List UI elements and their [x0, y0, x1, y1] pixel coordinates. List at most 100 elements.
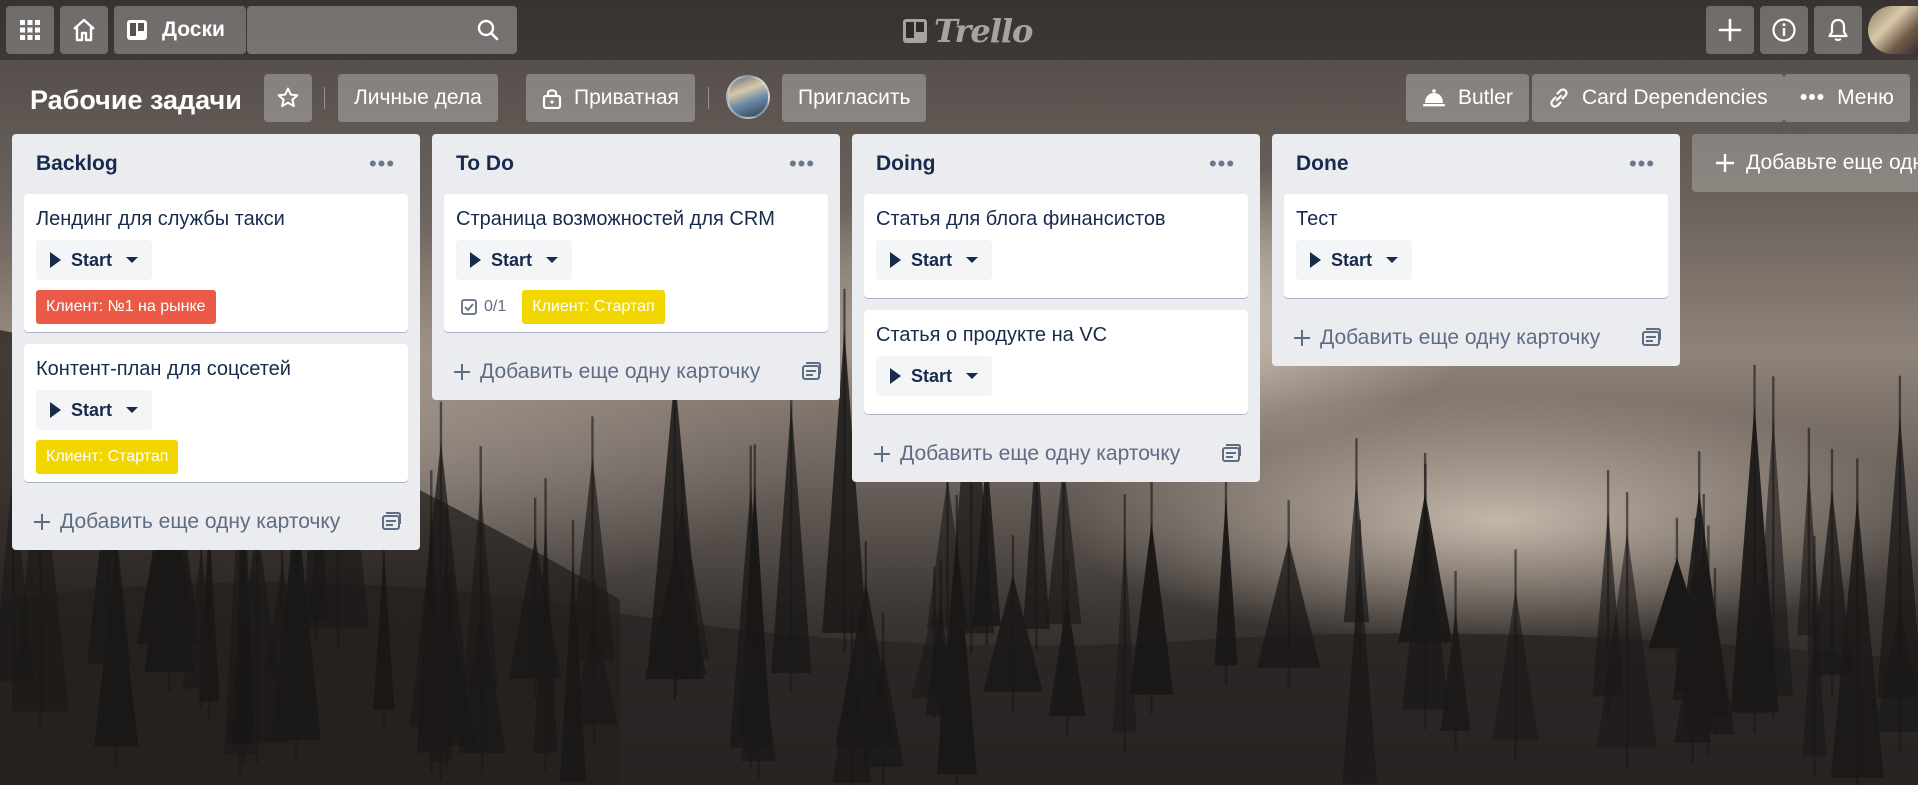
- plus-icon: [1718, 18, 1742, 42]
- add-card-button[interactable]: Добавить еще одну карточку: [452, 360, 760, 384]
- list-done: Done ••• Тест Start Добавить еще одну ка…: [1272, 134, 1680, 366]
- board-title[interactable]: Рабочие задачи: [30, 85, 242, 116]
- play-icon: [50, 402, 61, 418]
- list-header: To Do •••: [432, 134, 840, 194]
- search-icon[interactable]: [476, 18, 500, 42]
- plus-icon: [1294, 330, 1310, 346]
- star-button[interactable]: [264, 74, 312, 122]
- card[interactable]: Статья о продукте на VC Start: [864, 310, 1248, 414]
- add-list-label: Добавьте еще одн: [1746, 151, 1918, 174]
- card-badges: Клиент: №1 на рынке: [36, 290, 396, 324]
- start-timer-button[interactable]: Start: [876, 240, 993, 280]
- more-icon: •••: [1800, 86, 1826, 109]
- add-card-label: Добавить еще одну карточку: [1320, 326, 1601, 349]
- card-label[interactable]: Клиент: Стартап: [522, 290, 665, 324]
- card-title: Лендинг для службы такси: [36, 208, 285, 230]
- board-canvas: Backlog ••• Лендинг для службы такси Sta…: [0, 134, 1918, 785]
- list-title[interactable]: Doing: [876, 152, 935, 176]
- list-backlog: Backlog ••• Лендинг для службы такси Sta…: [12, 134, 420, 550]
- card-label[interactable]: Клиент: №1 на рынке: [36, 290, 216, 324]
- link-icon: [1550, 88, 1568, 108]
- info-icon: [1772, 18, 1796, 42]
- add-card-button[interactable]: Добавить еще одну карточку: [872, 442, 1180, 466]
- start-label: Start: [71, 399, 113, 420]
- list-title[interactable]: Done: [1296, 152, 1349, 176]
- list-footer: Добавить еще одну карточку: [852, 426, 1260, 482]
- start-timer-button[interactable]: Start: [36, 240, 153, 280]
- butler-label: Butler: [1458, 86, 1513, 109]
- add-card-button[interactable]: Добавить еще одну карточку: [1292, 326, 1600, 350]
- bell-icon: [1828, 18, 1848, 41]
- plus-icon: [34, 514, 50, 530]
- invite-label: Пригласить: [798, 86, 911, 109]
- card-template-icon[interactable]: [1640, 327, 1662, 349]
- list-menu-icon[interactable]: •••: [364, 146, 400, 182]
- menu-label: Меню: [1837, 86, 1894, 109]
- add-card-label: Добавить еще одну карточку: [900, 442, 1181, 465]
- notifications-button[interactable]: [1814, 6, 1862, 54]
- lock-icon: [542, 89, 562, 109]
- start-timer-button[interactable]: Start: [1296, 240, 1413, 280]
- play-icon: [1310, 252, 1321, 268]
- start-label: Start: [911, 365, 953, 386]
- invite-button[interactable]: Пригласить: [782, 74, 927, 122]
- chevron-down-icon: [1386, 257, 1399, 263]
- chevron-down-icon: [966, 257, 979, 263]
- start-timer-button[interactable]: Start: [456, 240, 573, 280]
- add-card-label: Добавить еще одну карточку: [480, 360, 761, 383]
- top-navigation-bar: Доски Trello: [0, 0, 1918, 60]
- info-button[interactable]: [1760, 6, 1808, 54]
- play-icon: [470, 252, 481, 268]
- team-label: Личные дела: [354, 86, 482, 109]
- card-title: Статья для блога финансистов: [876, 208, 1166, 230]
- chevron-down-icon: [126, 407, 139, 413]
- member-avatar[interactable]: [726, 75, 770, 119]
- list-footer: Добавить еще одну карточку: [432, 344, 840, 400]
- boards-button[interactable]: Доски: [114, 6, 246, 54]
- apps-grid-button[interactable]: [6, 6, 54, 54]
- card[interactable]: Страница возможностей для CRM Start 0/1 …: [444, 194, 828, 332]
- start-label: Start: [71, 249, 113, 270]
- start-timer-button[interactable]: Start: [36, 390, 153, 430]
- checklist-icon: [461, 299, 477, 315]
- user-avatar[interactable]: [1868, 6, 1918, 54]
- privacy-button[interactable]: Приватная: [526, 74, 695, 122]
- show-menu-button[interactable]: ••• Меню: [1784, 74, 1910, 122]
- plus-icon: [454, 364, 470, 380]
- privacy-label: Приватная: [574, 86, 679, 109]
- start-label: Start: [911, 249, 953, 270]
- butler-button[interactable]: Butler: [1406, 74, 1529, 122]
- trello-logo[interactable]: Trello: [902, 12, 1033, 50]
- list-title[interactable]: To Do: [456, 152, 514, 176]
- star-icon: [277, 87, 299, 108]
- list-title[interactable]: Backlog: [36, 152, 118, 176]
- add-list-button[interactable]: Добавьте еще одн: [1692, 134, 1918, 192]
- start-label: Start: [491, 249, 533, 270]
- play-icon: [890, 368, 901, 384]
- card[interactable]: Тест Start: [1284, 194, 1668, 298]
- butler-bell-icon: [1423, 89, 1445, 107]
- card[interactable]: Статья для блога финансистов Start: [864, 194, 1248, 298]
- card-title: Контент-план для соцсетей: [36, 358, 291, 380]
- card-template-icon[interactable]: [1220, 443, 1242, 465]
- card-title: Страница возможностей для CRM: [456, 208, 775, 230]
- add-card-button[interactable]: Добавить еще одну карточку: [32, 510, 340, 534]
- card-template-icon[interactable]: [800, 361, 822, 383]
- list-menu-icon[interactable]: •••: [1624, 146, 1660, 182]
- card-label[interactable]: Клиент: Стартап: [36, 440, 179, 474]
- card[interactable]: Контент-план для соцсетей Start Клиент: …: [24, 344, 408, 482]
- card-dependencies-button[interactable]: Card Dependencies: [1532, 74, 1784, 122]
- card-template-icon[interactable]: [380, 511, 402, 533]
- home-button[interactable]: [60, 6, 108, 54]
- start-timer-button[interactable]: Start: [876, 356, 993, 396]
- card-title: Статья о продукте на VC: [876, 324, 1108, 346]
- start-label: Start: [1331, 249, 1373, 270]
- list-footer: Добавить еще одну карточку: [12, 494, 420, 550]
- list-header: Doing •••: [852, 134, 1260, 194]
- create-button[interactable]: [1706, 6, 1754, 54]
- list-menu-icon[interactable]: •••: [1204, 146, 1240, 182]
- card[interactable]: Лендинг для службы такси Start Клиент: №…: [24, 194, 408, 332]
- list-menu-icon[interactable]: •••: [784, 146, 820, 182]
- list-header: Backlog •••: [12, 134, 420, 194]
- team-button[interactable]: Личные дела: [338, 74, 498, 122]
